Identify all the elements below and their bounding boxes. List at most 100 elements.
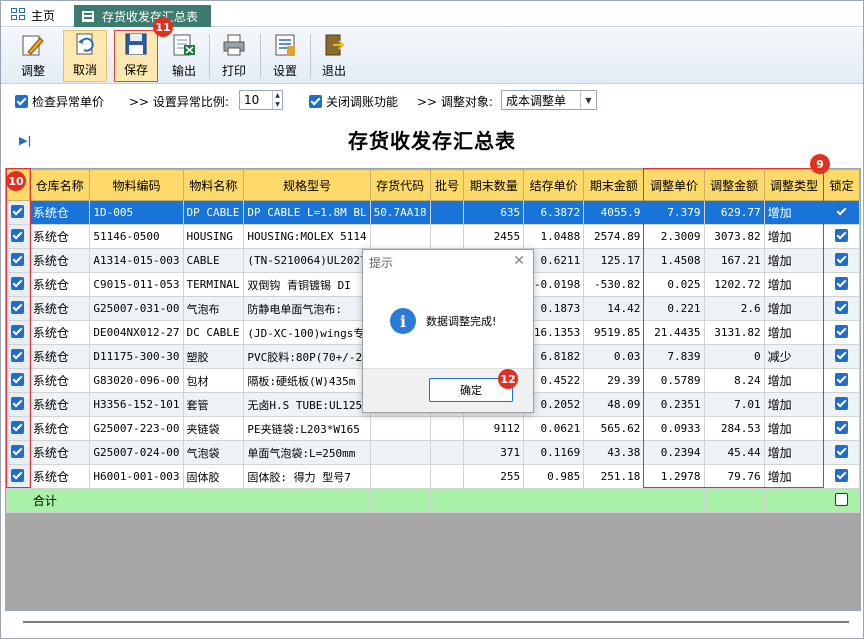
lock-checkbox-cell[interactable]: [823, 248, 860, 273]
stepper-arrows[interactable]: ▲ ▼: [272, 91, 282, 109]
column-header[interactable]: 调整类型: [763, 169, 825, 201]
lock-checkbox[interactable]: [835, 420, 849, 434]
export-button[interactable]: 输出: [162, 30, 206, 82]
cell-type: 增加: [763, 272, 825, 297]
cell-batch: [429, 200, 465, 225]
lock-checkbox-cell[interactable]: [823, 464, 860, 489]
column-header[interactable]: 存货代码: [369, 169, 431, 201]
exit-button[interactable]: 退出: [312, 30, 356, 82]
table-row[interactable]: 系统仓 51146-0500 HOUSING HOUSING:MOLEX 5114 24…: [6, 224, 860, 249]
check-icon[interactable]: [11, 276, 25, 290]
row-select-checkbox[interactable]: [6, 464, 30, 489]
table-row[interactable]: 系统仓 1D-005 DP CABLE DP CABLE L=1.8M BL 50.7A…: [6, 200, 860, 225]
ratio-stepper[interactable]: 10 ▲ ▼: [239, 90, 283, 110]
total-lock-checkbox[interactable]: [835, 492, 849, 506]
save-button[interactable]: 保存: [114, 30, 158, 82]
table-row[interactable]: 系统仓 G25007-223-00 夹链袋 PE夹链袋:L203*W165 9112 0.…: [6, 416, 860, 441]
close-icon[interactable]: ✕: [513, 253, 525, 269]
check-abnormal-price-option[interactable]: 检查异常单价: [15, 93, 104, 110]
lock-checkbox-cell[interactable]: [823, 296, 860, 321]
column-header[interactable]: 期末数量: [463, 169, 525, 201]
row-select-checkbox[interactable]: [6, 272, 30, 297]
cell-name: 塑胶: [182, 344, 245, 369]
lock-checkbox[interactable]: [835, 396, 849, 410]
adjust-target-select[interactable]: 成本调整单 ▼: [501, 90, 597, 110]
printer-icon: [223, 34, 245, 56]
horizontal-scrollbar[interactable]: [23, 621, 849, 623]
row-select-checkbox[interactable]: [6, 296, 30, 321]
check-icon[interactable]: [11, 252, 25, 266]
check-icon[interactable]: [11, 348, 25, 362]
adjust-target-value: 成本调整单: [506, 93, 567, 108]
column-header[interactable]: 调整单价: [643, 169, 705, 201]
chevron-down-icon[interactable]: ▼: [580, 91, 596, 109]
lock-checkbox-cell[interactable]: [823, 440, 860, 465]
ratio-value: 10: [244, 93, 260, 107]
settings-button[interactable]: 设置: [263, 30, 307, 82]
lock-checkbox[interactable]: [835, 228, 849, 242]
check-icon[interactable]: [11, 300, 25, 314]
total-lock-cell[interactable]: [823, 488, 860, 513]
check-icon[interactable]: [11, 228, 25, 242]
close-adjust-option[interactable]: 关闭调账功能: [309, 93, 398, 110]
tab-inventory-summary[interactable]: 存货收发存汇总表: [74, 5, 211, 27]
cell-adj-price: 0.2394: [643, 440, 705, 465]
lock-checkbox-cell[interactable]: [823, 320, 860, 345]
lock-checkbox[interactable]: [835, 468, 849, 482]
lock-checkbox[interactable]: [835, 276, 849, 290]
row-select-checkbox[interactable]: [6, 344, 30, 369]
lock-checkbox[interactable]: [835, 444, 849, 458]
cancel-button[interactable]: 取消: [63, 30, 107, 82]
lock-checkbox[interactable]: [835, 252, 849, 266]
lock-checkbox[interactable]: [835, 300, 849, 314]
check-abnormal-price-checkbox[interactable]: [15, 95, 28, 108]
cell-batch: [429, 440, 465, 465]
lock-checkbox-cell[interactable]: [823, 416, 860, 441]
check-icon[interactable]: [11, 324, 25, 338]
lock-checkbox-cell[interactable]: [823, 272, 860, 297]
cell-adj-price: 0.0933: [643, 416, 705, 441]
check-icon[interactable]: [11, 468, 25, 482]
print-button[interactable]: 打印: [212, 30, 256, 82]
column-header[interactable]: 调整金额: [703, 169, 765, 201]
row-select-checkbox[interactable]: [6, 440, 30, 465]
row-select-checkbox[interactable]: [6, 224, 30, 249]
cell-wh: 系统仓: [28, 440, 91, 465]
column-header[interactable]: 结存单价: [523, 169, 585, 201]
row-select-checkbox[interactable]: [6, 416, 30, 441]
cell-name: TERMINAL: [182, 272, 245, 297]
row-select-checkbox[interactable]: [6, 320, 30, 345]
row-select-checkbox[interactable]: [6, 200, 30, 225]
lock-checkbox-cell[interactable]: [823, 344, 860, 369]
column-header[interactable]: 规格型号: [243, 169, 371, 201]
column-header[interactable]: 物料名称: [182, 169, 245, 201]
cell-amt: 14.42: [583, 296, 645, 321]
lock-checkbox-cell[interactable]: [823, 224, 860, 249]
column-header[interactable]: 锁定: [823, 169, 860, 201]
lock-checkbox-cell[interactable]: [823, 200, 860, 225]
row-select-checkbox[interactable]: [6, 368, 30, 393]
table-row[interactable]: 系统仓 H6001-001-003 固体胶 固体胶: 得力 型号7 255 0.985 25…: [6, 464, 860, 489]
cell-code: 1D-005: [89, 200, 184, 225]
column-header[interactable]: 期末金额: [583, 169, 645, 201]
lock-checkbox-cell[interactable]: [823, 392, 860, 417]
check-icon[interactable]: [11, 204, 25, 218]
check-icon[interactable]: [11, 372, 25, 386]
lock-checkbox[interactable]: [835, 372, 849, 386]
column-header[interactable]: 物料编码: [89, 169, 184, 201]
table-row[interactable]: 系统仓 G25007-024-00 气泡袋 单面气泡袋:L=250mm 371 0.116…: [6, 440, 860, 465]
lock-checkbox[interactable]: [835, 324, 849, 338]
check-icon[interactable]: [11, 420, 25, 434]
lock-checkbox[interactable]: [835, 348, 849, 362]
row-select-checkbox[interactable]: [6, 248, 30, 273]
check-icon[interactable]: [11, 396, 25, 410]
tab-home[interactable]: 主页: [11, 6, 55, 24]
lock-checkbox[interactable]: [835, 204, 849, 218]
close-adjust-checkbox[interactable]: [309, 95, 322, 108]
column-header[interactable]: 批号: [429, 169, 465, 201]
row-select-checkbox[interactable]: [6, 392, 30, 417]
lock-checkbox-cell[interactable]: [823, 368, 860, 393]
adjust-button[interactable]: 调整: [11, 30, 55, 82]
column-header[interactable]: 仓库名称: [28, 169, 91, 201]
check-icon[interactable]: [11, 444, 25, 458]
